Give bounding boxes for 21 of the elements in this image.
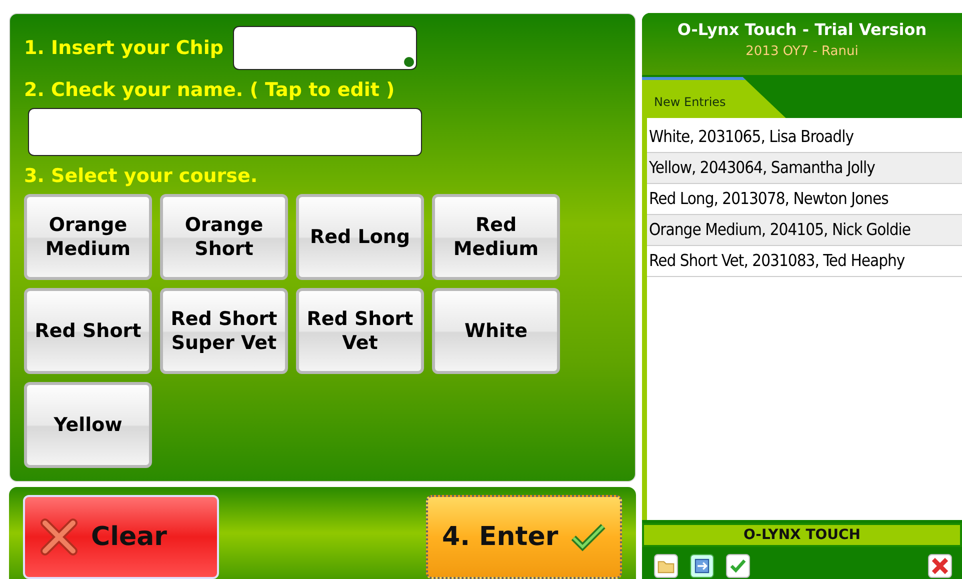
course-button[interactable]: Red Long bbox=[296, 194, 424, 280]
footer-bar: O-LYNX TOUCH bbox=[642, 523, 962, 547]
entry-row[interactable]: Yellow, 2043064, Samantha Jolly bbox=[647, 153, 962, 184]
course-button[interactable]: Orange Medium bbox=[24, 194, 152, 280]
course-button[interactable]: Orange Short bbox=[160, 194, 288, 280]
entry-row[interactable]: Orange Medium, 204105, Nick Goldie bbox=[647, 215, 962, 246]
tab[interactable]: New Entries bbox=[642, 77, 786, 118]
step-label: 2. Check your name. ( Tap to edit ) bbox=[24, 78, 396, 103]
enter-button[interactable]: 4. Enter bbox=[426, 495, 622, 579]
app-title: O-Lynx Touch - Trial Version bbox=[676, 20, 928, 39]
step-label: 3. Select your course. bbox=[24, 164, 259, 189]
course-button[interactable]: White bbox=[432, 288, 560, 374]
step-label: 1. Insert your Chip bbox=[24, 36, 224, 61]
course-button[interactable]: Yellow bbox=[24, 382, 152, 468]
course-button[interactable]: Red Short Super Vet bbox=[160, 288, 288, 374]
event-subtitle: 2013 OY7 - Ranui bbox=[744, 44, 860, 59]
clear-button[interactable]: Clear bbox=[23, 495, 219, 579]
entry-row[interactable]: Red Short Vet, 2031083, Ted Heaphy bbox=[647, 246, 962, 277]
course-button[interactable]: Red Short Vet bbox=[296, 288, 424, 374]
course-button[interactable]: Red Short bbox=[24, 288, 152, 374]
course-button[interactable]: Red Medium bbox=[432, 194, 560, 280]
